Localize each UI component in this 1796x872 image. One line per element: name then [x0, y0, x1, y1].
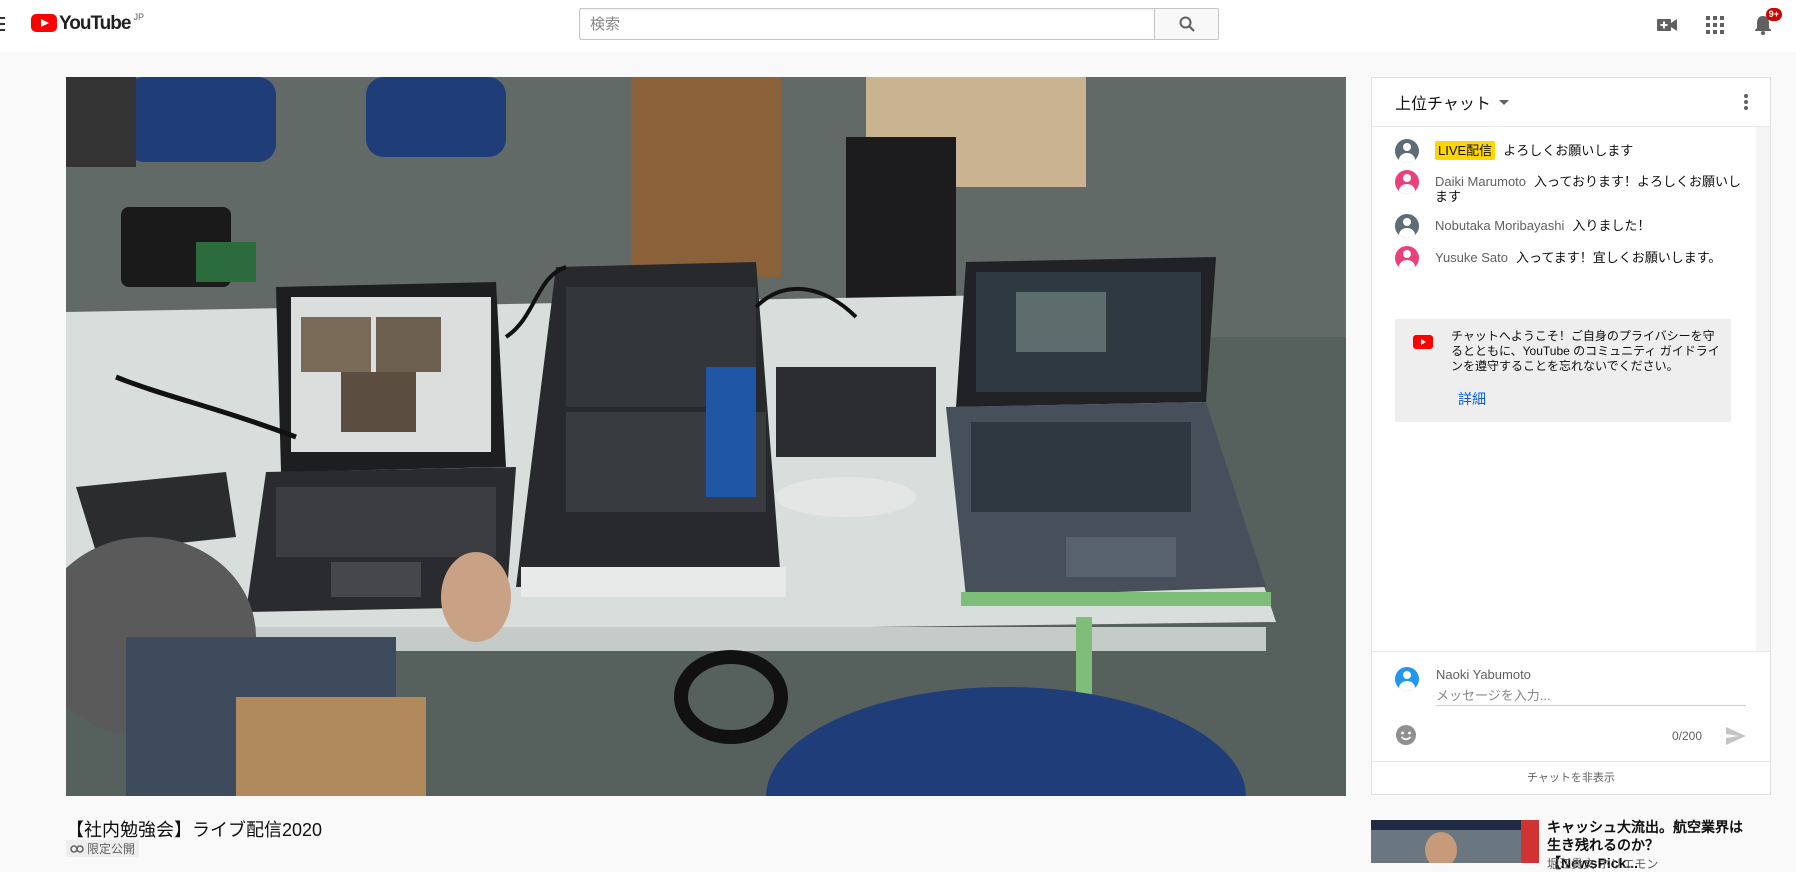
top-bar: YouTube JP 検索 9+: [0, 0, 1796, 52]
youtube-icon: [1413, 335, 1433, 349]
emoji-icon[interactable]: [1395, 724, 1417, 746]
top-icons: 9+: [1654, 8, 1782, 38]
thumbnail-image: [1371, 820, 1539, 863]
video-frame: [66, 77, 1346, 796]
send-icon[interactable]: [1724, 724, 1748, 748]
live-chat-panel: 上位チャット LIVE配信 よろしくお願いします Daiki Marumoto 入っ…: [1371, 77, 1771, 795]
search-input[interactable]: [579, 8, 1154, 40]
avatar[interactable]: [1395, 214, 1419, 238]
visibility-label: 限定公開: [87, 842, 136, 856]
message-text: よろしくお願いします: [1503, 143, 1634, 158]
search-bar: [579, 8, 1219, 40]
search-icon: [1179, 16, 1195, 32]
chat-message: Daiki Marumoto 入っております！よろしくお願いします: [1395, 170, 1750, 204]
user-avatar: [1395, 667, 1419, 691]
play-logo-icon: [31, 14, 57, 32]
visibility-badge: 限定公開: [66, 840, 140, 857]
search-button[interactable]: [1154, 8, 1219, 40]
chat-mode-label: 上位チャット: [1395, 96, 1491, 113]
message-text: 入りました！: [1572, 218, 1651, 233]
message-author[interactable]: Yusuke Sato: [1435, 250, 1508, 265]
message-author[interactable]: Nobutaka Moribayashi: [1435, 218, 1564, 233]
learn-more-link[interactable]: 詳細: [1458, 389, 1486, 409]
caret-down-icon: [1498, 99, 1509, 105]
video-player[interactable]: [66, 77, 1346, 796]
recommended-channel[interactable]: 堀江貴文 ホリエモン: [1547, 855, 1658, 872]
link-icon: [70, 844, 84, 853]
logo-text: YouTube: [59, 13, 131, 34]
char-counter: 0/200: [1672, 729, 1703, 743]
message-input[interactable]: [1436, 685, 1746, 706]
menu-icon[interactable]: [0, 17, 5, 33]
chat-input-area: Naoki Yabumoto 0/200: [1372, 651, 1770, 759]
chat-message-list: LIVE配信 よろしくお願いします Daiki Marumoto 入っております！よ…: [1372, 127, 1757, 651]
welcome-text: チャットへようこそ！ご自身のプライバシーを守るとともに、YouTube のコミュ…: [1451, 329, 1720, 373]
chat-message: Nobutaka Moribayashi 入りました！: [1395, 214, 1750, 238]
chat-scrollbar[interactable]: [1756, 127, 1770, 651]
chat-welcome-card: チャットへようこそ！ご自身のプライバシーを守るとともに、YouTube のコミュ…: [1395, 319, 1731, 422]
chat-header: 上位チャット: [1372, 78, 1770, 127]
video-title: 【社内勉強会】ライブ配信2020: [66, 820, 323, 840]
apps-button[interactable]: [1702, 12, 1728, 38]
hide-chat-button[interactable]: チャットを非表示: [1372, 761, 1770, 795]
more-options-icon[interactable]: [1744, 94, 1748, 112]
notification-badge: 9+: [1765, 8, 1782, 21]
apps-grid-icon: [1706, 16, 1724, 34]
recommended-thumbnail[interactable]: [1371, 820, 1539, 863]
avatar[interactable]: [1395, 139, 1419, 163]
chat-message: Yusuke Sato 入ってます！宜しくお願いします。: [1395, 246, 1750, 270]
video-camera-plus-icon: [1657, 19, 1677, 31]
avatar[interactable]: [1395, 170, 1419, 194]
input-user-name: Naoki Yabumoto: [1436, 667, 1531, 682]
notifications-button[interactable]: 9+: [1750, 8, 1782, 38]
chat-mode-dropdown[interactable]: 上位チャット: [1395, 90, 1509, 114]
create-video-button[interactable]: [1654, 12, 1680, 38]
avatar[interactable]: [1395, 246, 1419, 270]
chat-message: LIVE配信 よろしくお願いします: [1395, 139, 1750, 163]
youtube-logo[interactable]: YouTube JP: [31, 12, 144, 34]
message-author[interactable]: Daiki Marumoto: [1435, 174, 1526, 189]
live-badge: LIVE配信: [1435, 141, 1496, 160]
message-text: 入ってます！宜しくお願いします。: [1516, 250, 1722, 265]
logo-region: JP: [133, 12, 144, 22]
